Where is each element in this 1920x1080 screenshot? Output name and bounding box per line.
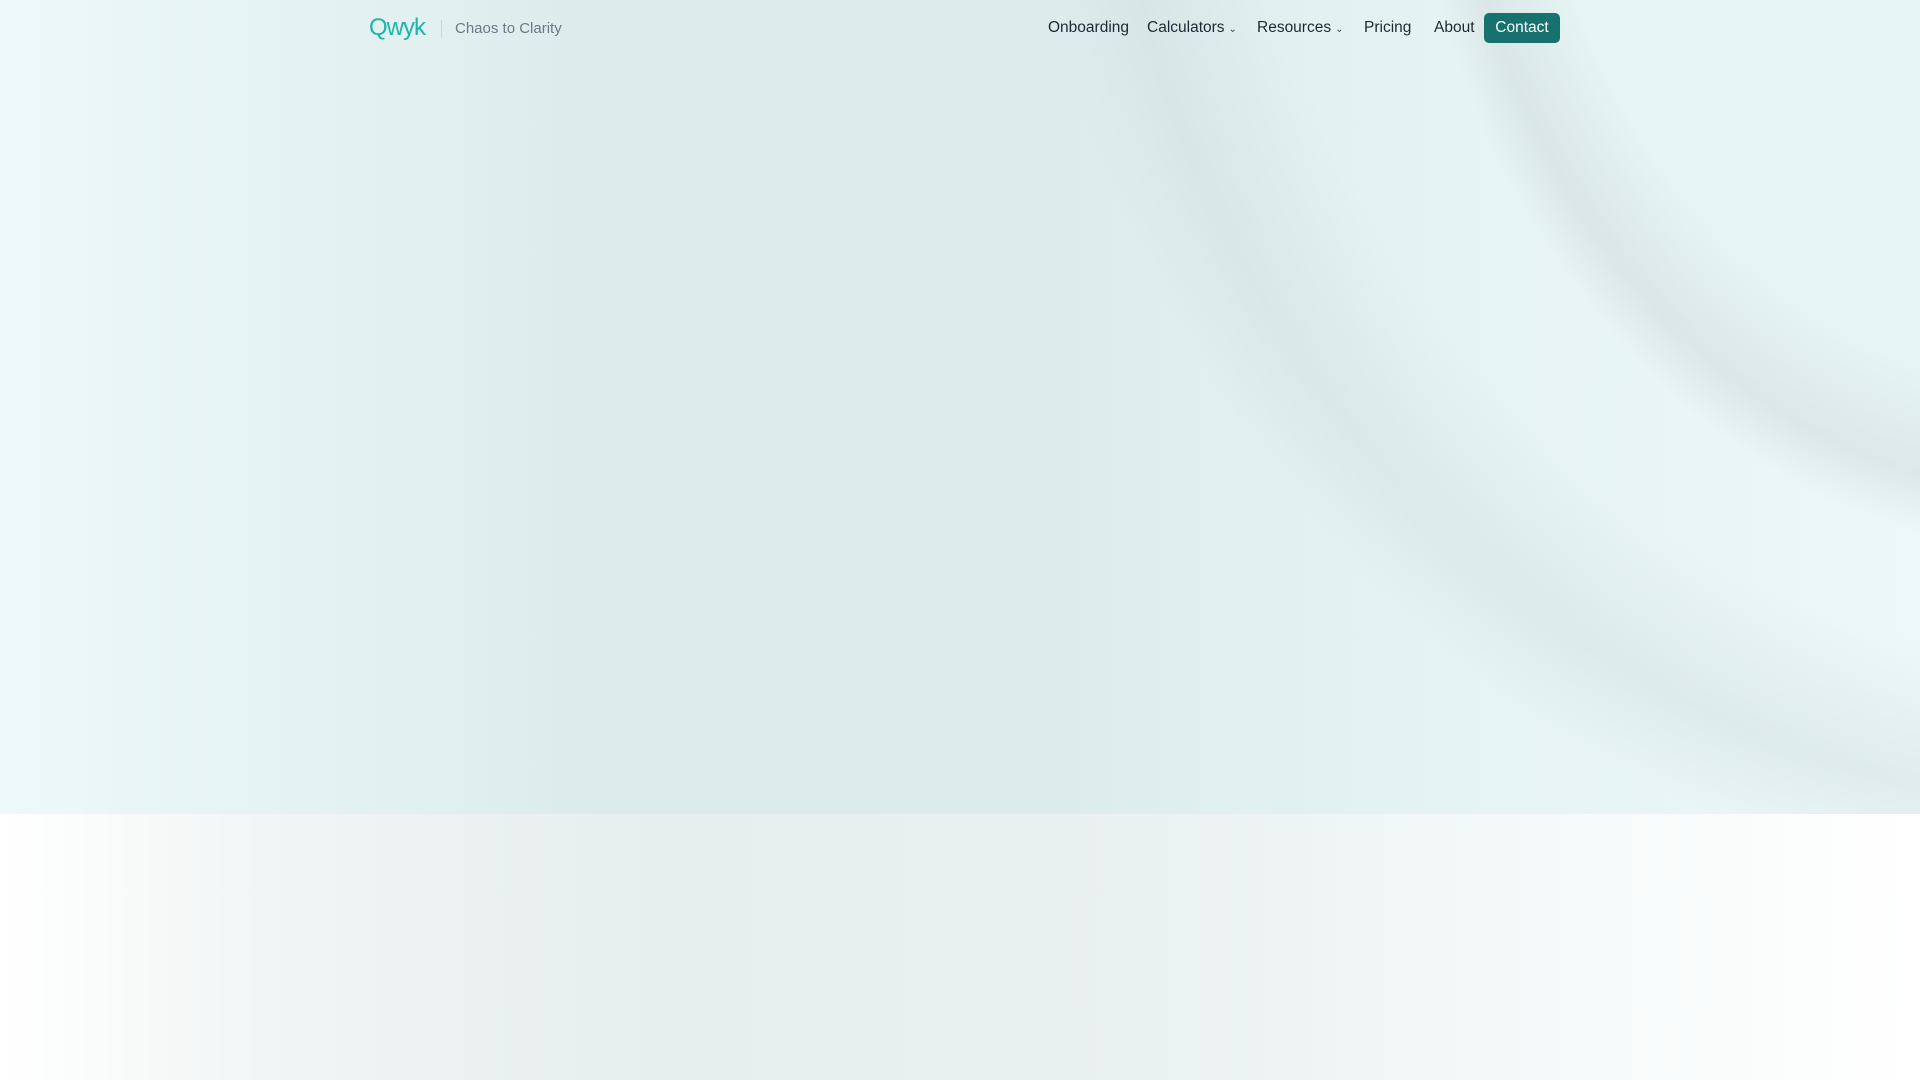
contact-button[interactable]: Contact <box>1484 13 1560 43</box>
hero-section <box>0 0 1920 814</box>
nav-label: Calculators <box>1147 19 1225 36</box>
nav-about[interactable]: About <box>1434 19 1475 37</box>
divider <box>441 20 442 38</box>
site-header: Qwyk Chaos to Clarity Onboarding Calcula… <box>0 0 1920 56</box>
nav-label: Resources <box>1257 19 1332 36</box>
nav-pricing[interactable]: Pricing <box>1364 19 1411 37</box>
nav-resources[interactable]: Resources ⌄ <box>1257 19 1343 37</box>
chevron-down-icon: ⌄ <box>1335 24 1344 35</box>
nav-label: About <box>1434 19 1475 36</box>
tagline: Chaos to Clarity <box>455 20 562 37</box>
nav-label: Onboarding <box>1048 19 1130 36</box>
content-section <box>0 814 1920 1080</box>
nav-calculators[interactable]: Calculators ⌄ <box>1147 19 1237 37</box>
nav-label: Pricing <box>1364 19 1412 36</box>
nav-onboarding[interactable]: Onboarding <box>1048 19 1129 37</box>
chevron-down-icon: ⌄ <box>1228 24 1237 35</box>
qwyk-logo[interactable]: Qwyk <box>369 14 426 42</box>
